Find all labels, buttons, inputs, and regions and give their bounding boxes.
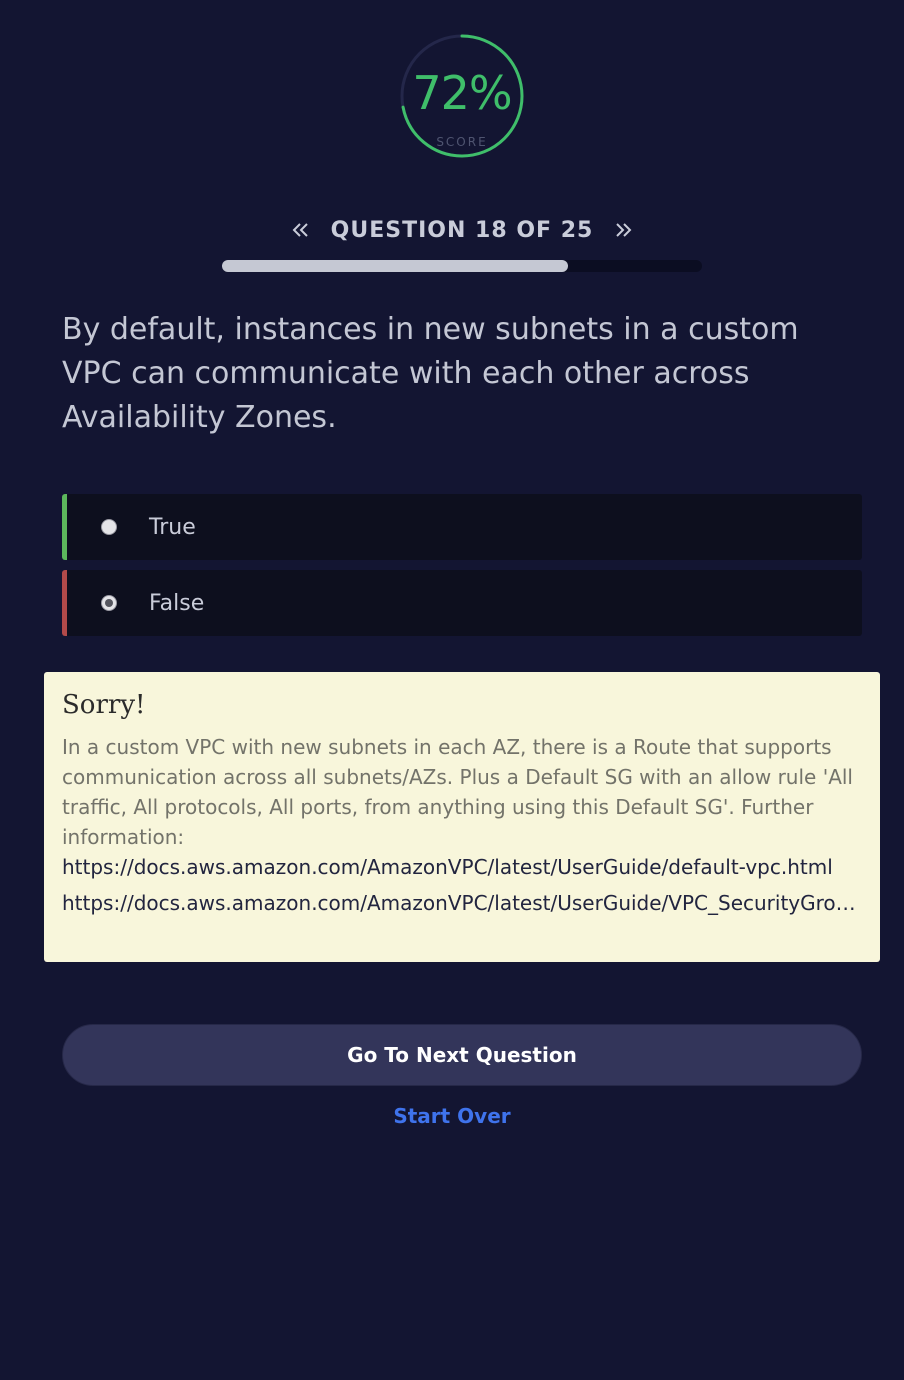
answer-option-true[interactable]: True bbox=[62, 494, 862, 560]
double-chevron-left-icon bbox=[292, 223, 308, 237]
answer-label: False bbox=[149, 590, 205, 616]
answer-radio[interactable] bbox=[101, 519, 117, 535]
score-value: 72% bbox=[412, 66, 512, 120]
question-counter: QUESTION 18 OF 25 bbox=[330, 217, 594, 243]
feedback-title: Sorry! bbox=[62, 690, 146, 720]
feedback-link-default-vpc[interactable]: https://docs.aws.amazon.com/AmazonVPC/la… bbox=[62, 852, 862, 882]
question-progress-fill bbox=[222, 260, 568, 272]
answer-label: True bbox=[149, 514, 196, 540]
score-label: SCORE bbox=[436, 135, 488, 149]
score-ring: 72% SCORE bbox=[398, 32, 526, 160]
start-over-link[interactable]: Start Over bbox=[0, 1104, 904, 1128]
question-progress-bar bbox=[222, 260, 702, 272]
go-to-next-question-button[interactable]: Go To Next Question bbox=[62, 1024, 862, 1086]
prev-question-button[interactable] bbox=[287, 216, 315, 244]
feedback-link-security-groups[interactable]: https://docs.aws.amazon.com/AmazonVPC/la… bbox=[62, 888, 862, 918]
answer-option-false[interactable]: False bbox=[62, 570, 862, 636]
question-text: By default, instances in new subnets in … bbox=[62, 312, 799, 435]
double-chevron-right-icon bbox=[616, 223, 632, 237]
question-navigation: QUESTION 18 OF 25 bbox=[222, 212, 702, 248]
feedback-body: In a custom VPC with new subnets in each… bbox=[62, 735, 853, 849]
feedback-panel: Sorry! In a custom VPC with new subnets … bbox=[44, 672, 880, 962]
next-question-arrow-button[interactable] bbox=[609, 216, 637, 244]
answer-radio[interactable] bbox=[101, 595, 117, 611]
